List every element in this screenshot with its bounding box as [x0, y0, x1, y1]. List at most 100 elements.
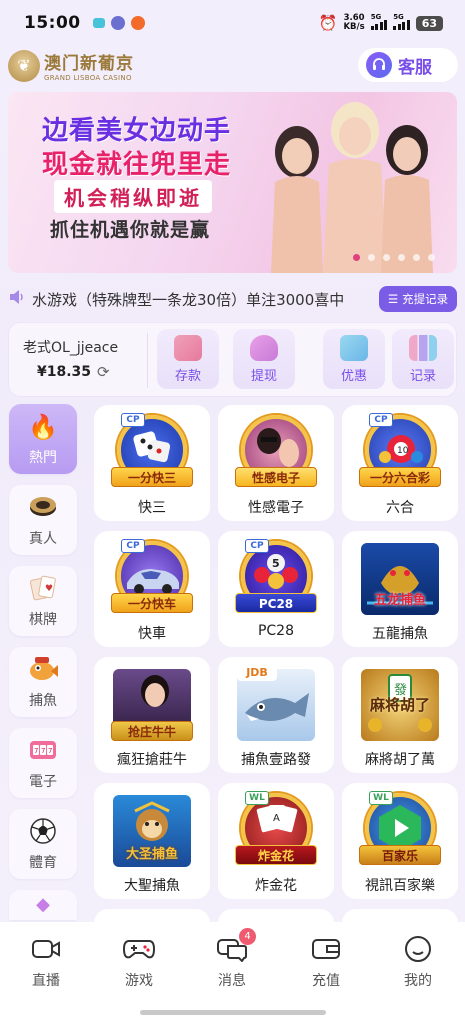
gamepad-icon: [123, 934, 155, 964]
game-name: 捕魚壹路發: [241, 752, 311, 768]
provider-tag-icon: CP: [245, 539, 269, 553]
game-name: 快三: [138, 500, 166, 516]
slot-machine-icon: 777: [27, 735, 59, 767]
chip-icon: [28, 492, 58, 524]
nav-live[interactable]: 直播: [6, 934, 86, 990]
category-sidebar: 🔥 熱門 真人 ♥ 棋牌 捕魚 777 電子 體育 ◆: [9, 404, 77, 931]
game-name: 六合: [386, 500, 414, 516]
svg-text:5: 5: [272, 557, 280, 570]
service-label: 客服: [398, 57, 432, 78]
promotions-button[interactable]: 优惠: [323, 329, 385, 389]
transaction-history-button[interactable]: ☰ 充提记录: [379, 286, 457, 312]
game-card-sexy-slots[interactable]: 性感电子 性感電子: [218, 405, 334, 521]
smiley-icon: [402, 934, 434, 964]
game-name: PC28: [257, 623, 295, 639]
game-thumbnail: 抢庄牛牛: [107, 661, 197, 747]
category-fishing[interactable]: 捕魚: [9, 647, 77, 717]
home-indicator: [140, 1010, 326, 1015]
provider-tag-icon: WL: [245, 791, 269, 805]
svg-text:7: 7: [34, 747, 38, 755]
signal-icon: 5G: [370, 13, 388, 30]
game-card-racing[interactable]: CP 一分快车 快車: [94, 531, 210, 647]
status-time: 15:00: [24, 13, 81, 33]
category-hot[interactable]: 🔥 熱門: [9, 404, 77, 474]
game-card-monkey-king-fishing[interactable]: 大圣捕鱼 大聖捕魚: [94, 783, 210, 899]
wallet-panel: 老式OL_jjeace ¥18.35 ⟳ 存款 提现 优惠 记录: [8, 322, 457, 397]
message-badge: 4: [239, 928, 256, 945]
gem-icon: ◆: [36, 894, 50, 915]
game-name: 麻將胡了萬: [365, 752, 435, 768]
game-thumbnail: CP 5 PC28: [231, 535, 321, 621]
svg-text:7: 7: [48, 747, 52, 755]
svg-text:10: 10: [397, 446, 409, 456]
signal-icon: 5G: [393, 13, 410, 30]
game-card-pc28[interactable]: CP 5 PC28 PC28: [218, 531, 334, 647]
announcement-bar: 水游戏（特殊牌型一条龙30倍）单注3000喜中 ☰ 充提记录: [8, 284, 457, 314]
network-speed: 3.60 KB/s: [343, 13, 365, 32]
svg-text:♥: ♥: [45, 584, 53, 594]
withdraw-button[interactable]: 提现: [233, 329, 295, 389]
banner-line-1: 边看美女边动手: [42, 116, 232, 146]
alarm-icon: ⏰: [318, 14, 338, 32]
game-card-marksix[interactable]: CP 10 一分六合彩 六合: [342, 405, 458, 521]
game-thumbnail: CP 一分快车: [107, 535, 197, 621]
records-button[interactable]: 记录: [392, 329, 454, 389]
bottom-navigation: 直播 游戏 4 消息 充值 我的: [0, 922, 465, 1024]
app-header: ❦ 澳门新葡京 GRAND LISBOA CASINO 客服: [0, 46, 465, 88]
gift-icon: [340, 335, 368, 361]
game-name: 五龍捕魚: [372, 626, 428, 642]
category-cards[interactable]: ♥ 棋牌: [9, 566, 77, 636]
game-thumbnail: 發 麻将胡了: [355, 661, 445, 747]
svg-text:A: A: [273, 813, 280, 824]
card-icon: [174, 335, 202, 361]
game-card-zhajinhua[interactable]: WL A 炸金花 炸金花: [218, 783, 334, 899]
message-icon: [92, 18, 105, 28]
banner-pagination: [353, 254, 435, 261]
provider-tag-icon: CP: [121, 539, 145, 553]
nav-profile[interactable]: 我的: [378, 934, 458, 990]
game-name: 炸金花: [255, 878, 297, 894]
banner-line-2: 现金就往兜里走: [42, 150, 232, 180]
game-name: 快車: [138, 626, 166, 642]
game-card-kuaisan[interactable]: CP 一分快三 快三: [94, 405, 210, 521]
username: 老式OL_jjeace: [23, 340, 119, 356]
category-sports[interactable]: 體育: [9, 809, 77, 879]
customer-service-button[interactable]: 客服: [358, 48, 458, 82]
svg-text:7: 7: [41, 747, 45, 755]
playing-cards-icon: ♥: [28, 573, 58, 605]
game-card-five-dragons-fishing[interactable]: 五龙捕鱼 五龍捕魚: [342, 531, 458, 647]
banner-models-image: [271, 102, 433, 273]
refresh-icon[interactable]: ⟳: [97, 363, 110, 381]
game-card-crazy-bull[interactable]: 抢庄牛牛 瘋狂搶莊牛: [94, 657, 210, 773]
game-thumbnail: CP 10 一分六合彩: [355, 409, 445, 495]
flame-icon: 🔥: [28, 413, 58, 441]
nav-recharge[interactable]: 充值: [286, 934, 366, 990]
category-slots[interactable]: 777 電子: [9, 728, 77, 798]
balance: ¥18.35 ⟳: [37, 363, 110, 381]
game-thumbnail: CP 一分快三: [107, 409, 197, 495]
banner-line-3: 机会稍纵即逝: [54, 180, 212, 213]
app-icon: [110, 16, 125, 30]
game-card-fishing-fortune[interactable]: JDB 捕魚壹路發: [218, 657, 334, 773]
game-thumbnail: WL A 炸金花: [231, 787, 321, 873]
promo-banner[interactable]: 边看美女边动手 现金就往兜里走 机会稍纵即逝 抓住机遇你就是赢: [8, 92, 457, 273]
game-card-live-baccarat[interactable]: WL 百家乐 視訊百家樂: [342, 783, 458, 899]
game-card-mahjong-ways[interactable]: 發 麻将胡了 麻將胡了萬: [342, 657, 458, 773]
banner-line-4: 抓住机遇你就是赢: [50, 219, 211, 241]
game-thumbnail: 大圣捕鱼: [107, 787, 197, 873]
category-live[interactable]: 真人: [9, 485, 77, 555]
provider-tag-icon: WL: [369, 791, 393, 805]
video-camera-icon: [30, 934, 62, 964]
game-name: 性感電子: [248, 500, 304, 516]
headset-icon: [366, 52, 392, 78]
game-name: 瘋狂搶莊牛: [117, 752, 187, 768]
game-name: 視訊百家樂: [365, 878, 435, 894]
category-more[interactable]: ◆: [9, 890, 77, 920]
nav-messages[interactable]: 4 消息: [192, 928, 272, 990]
announcement-text: 水游戏（特殊牌型一条龙30倍）单注3000喜中: [32, 290, 345, 309]
money-bag-icon: [250, 335, 278, 361]
wallet-icon: [310, 934, 342, 964]
deposit-button[interactable]: 存款: [157, 329, 219, 389]
bar-chart-icon: [409, 335, 437, 361]
nav-games[interactable]: 游戏: [99, 934, 179, 990]
